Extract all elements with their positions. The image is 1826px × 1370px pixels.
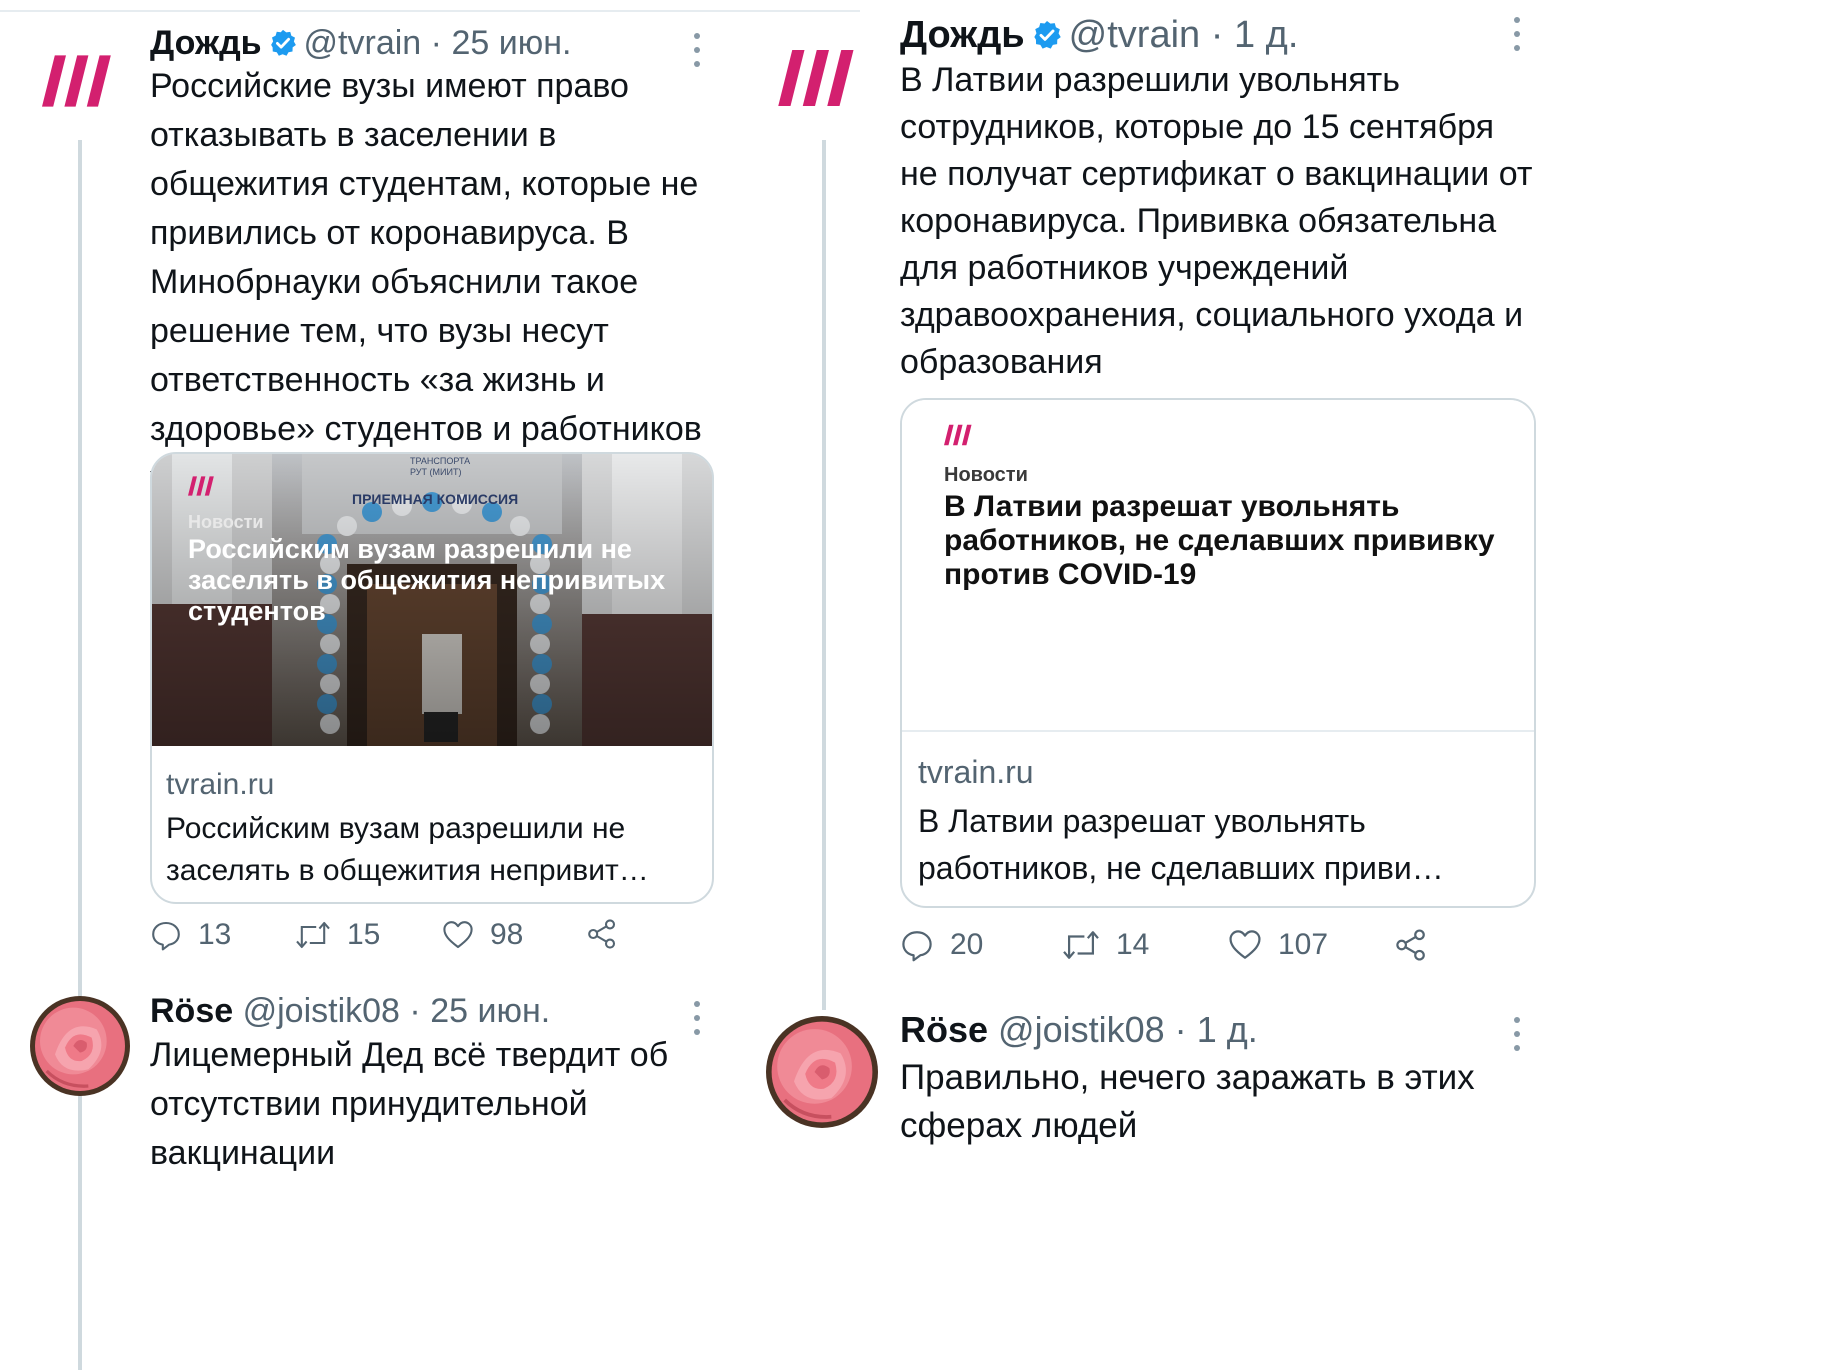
tweet-date[interactable]: 25 июн. — [451, 24, 571, 62]
reply-author-name[interactable]: Röse — [150, 992, 233, 1030]
author-name[interactable]: Дождь — [900, 14, 1025, 56]
card-brand-logo — [188, 476, 218, 496]
reply-count: 13 — [198, 918, 232, 951]
tweet-text: В Латвии разрешили увольнять сотрудников… — [900, 61, 1533, 381]
link-card[interactable]: Новости В Латвии разрешат увольнять рабо… — [900, 398, 1536, 908]
reply-button[interactable]: 13 — [150, 918, 231, 952]
card-title: В Латвии разрешат увольнять работников, … — [918, 803, 1444, 886]
reply-date[interactable]: 1 д. — [1197, 1009, 1258, 1050]
share-button[interactable] — [1394, 928, 1428, 962]
tvrain-logo-avatar[interactable] — [42, 54, 122, 108]
card-media-headline: Российским вузам разрешили не заселять в… — [188, 534, 666, 626]
sign-text-small: ТРАНСПОРТА — [410, 456, 470, 466]
retweet-button[interactable]: 14 — [1062, 928, 1149, 962]
reply-button[interactable]: 20 — [900, 928, 983, 962]
separator-dot: · — [430, 24, 442, 62]
reply-icon — [900, 928, 934, 962]
reply-author-name[interactable]: Röse — [900, 1009, 988, 1050]
like-button[interactable]: 107 — [1228, 928, 1328, 962]
retweet-icon — [1062, 928, 1100, 962]
reply-date[interactable]: 25 июн. — [430, 992, 550, 1030]
tweet-panel-left: Дождь @tvrain · 25 июн. Российские вузы и… — [0, 0, 880, 1370]
tweet-header: Дождь @tvrain · 25 июн. — [150, 22, 571, 64]
separator-dot: · — [409, 992, 421, 1030]
tvrain-logo-avatar[interactable] — [778, 50, 866, 106]
retweet-count: 14 — [1116, 928, 1150, 961]
like-button[interactable]: 98 — [442, 918, 523, 952]
card-brand-logo — [944, 424, 976, 446]
reply-header: Röse @joistik08 · 1 д. — [900, 1008, 1258, 1052]
verified-badge-icon — [1031, 19, 1063, 51]
card-domain: tvrain.ru — [166, 768, 275, 801]
card-domain: tvrain.ru — [918, 754, 1034, 790]
author-handle[interactable]: @tvrain — [1069, 14, 1201, 56]
reply-icon — [150, 919, 182, 951]
reply-avatar-rose[interactable] — [30, 996, 130, 1096]
reply-author-handle[interactable]: @joistik08 — [998, 1009, 1165, 1050]
share-icon — [586, 918, 618, 950]
card-image: Новости В Латвии разрешат увольнять рабо… — [902, 400, 1534, 730]
reply-author-handle[interactable]: @joistik08 — [243, 992, 400, 1030]
like-count: 98 — [490, 918, 524, 951]
tweet-actions: 13 15 98 — [150, 918, 710, 962]
thread-line — [822, 140, 826, 1010]
sign-text: ПРИЕМНАЯ КОМИССИЯ — [352, 491, 518, 507]
author-handle[interactable]: @tvrain — [304, 24, 422, 62]
author-name[interactable]: Дождь — [150, 24, 262, 62]
like-count: 107 — [1278, 928, 1329, 961]
reply-count: 20 — [950, 928, 984, 961]
sign-text-small: РУТ (МИИТ) — [410, 467, 461, 477]
tweet-actions: 20 14 107 — [900, 928, 1532, 972]
retweet-icon — [295, 919, 331, 951]
tweet-date[interactable]: 1 д. — [1234, 14, 1298, 56]
share-icon — [1394, 928, 1428, 962]
card-media-category: Новости — [944, 464, 1028, 486]
more-options-icon[interactable] — [1512, 14, 1522, 54]
reply-text: Правильно, нечего заражать в этих сферах… — [900, 1058, 1475, 1145]
reply-header: Röse @joistik08 · 25 июн. — [150, 990, 550, 1032]
tweet-panel-right: Дождь @tvrain · 1 д. В Латвии разрешили у… — [880, 0, 1826, 1370]
reply-text: Лицемерный Дед всё твердит об отсутствии… — [150, 1036, 669, 1172]
retweet-button[interactable]: 15 — [295, 918, 380, 952]
reply-avatar-rose[interactable] — [766, 1016, 878, 1128]
tweet-text: Российские вузы имеют право отказывать в… — [150, 67, 702, 497]
more-options-icon[interactable] — [1512, 1014, 1522, 1054]
separator-dot: · — [1210, 14, 1224, 56]
heart-icon — [1228, 928, 1262, 962]
verified-badge-icon — [268, 28, 298, 58]
tweet-header: Дождь @tvrain · 1 д. — [900, 12, 1298, 58]
card-title: Российским вузам разрешили не заселять в… — [166, 812, 649, 887]
share-button[interactable] — [586, 918, 618, 950]
card-divider — [902, 730, 1534, 732]
retweet-count: 15 — [347, 918, 381, 951]
card-media-headline: В Латвии разрешат увольнять работников, … — [944, 490, 1495, 591]
divider — [0, 10, 860, 12]
card-media-category: Новости — [188, 512, 264, 532]
card-image: ТРАНСПОРТА РУТ (МИИТ) ПРИЕМНАЯ КОМИССИЯ … — [152, 454, 712, 746]
thread-line — [78, 140, 82, 1370]
separator-dot: · — [1174, 1009, 1187, 1050]
link-card[interactable]: ТРАНСПОРТА РУТ (МИИТ) ПРИЕМНАЯ КОМИССИЯ … — [150, 452, 714, 904]
heart-icon — [442, 919, 474, 951]
